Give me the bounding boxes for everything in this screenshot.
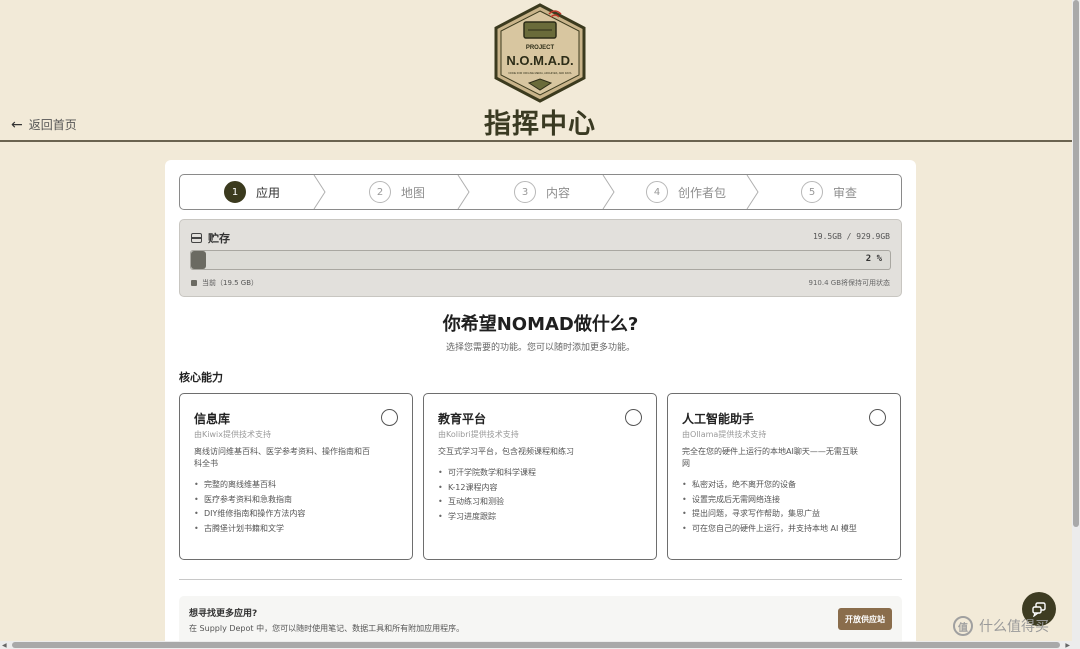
feature-radio[interactable] [625, 409, 642, 426]
more-apps-title: 想寻找更多应用? [189, 609, 258, 619]
feature-subtitle: 由Ollama提供技术支持 [682, 430, 767, 439]
feature-list: 私密对话，绝不离开您的设备 设置完成后无需网络连接 提出问题，寻求写作帮助，集思… [682, 478, 862, 536]
step-number: 2 [369, 181, 391, 203]
legend-swatch [191, 280, 197, 286]
feature-list-item: 互动练习和测验 [438, 495, 638, 510]
step-label: 审查 [833, 185, 858, 200]
storage-legend: 当前（19.5 GB） [191, 278, 258, 288]
feature-list-item: 医疗参考资料和急救指南 [194, 493, 394, 508]
feature-list-item: 可汗学院数学和科学课程 [438, 466, 638, 481]
step-label: 应用 [256, 185, 281, 200]
header: PROJECT N.O.M.A.D. NODE FOR OFFLINE MEDI… [0, 0, 1080, 142]
step-apps[interactable]: 1 应用 [224, 175, 280, 209]
storage-percent: 2 % [865, 254, 882, 264]
feature-description: 完全在您的硬件上运行的本地AI聊天——无需互联网 [682, 447, 858, 468]
step-number: 1 [224, 181, 246, 203]
storage-header: 贮存 [191, 230, 230, 246]
watermark: 值 什么值得买 [953, 616, 1049, 636]
more-apps-description: 在 Supply Depot 中，您可以随时使用笔记、数据工具和所有附加应用程序… [189, 624, 465, 633]
feature-list-item: DIY维修指南和操作方法内容 [194, 507, 394, 522]
logo-tagline: NODE FOR OFFLINE MEDIA, ARCHIVES, AND DA… [509, 71, 572, 75]
question-subtitle: 选择您需要的功能。您可以随时添加更多功能。 [445, 343, 635, 353]
feature-list-item: 古腾堡计划书籍和文学 [194, 522, 394, 537]
step-label: 地图 [401, 185, 426, 200]
step-number: 4 [646, 181, 668, 203]
step-creator-packs[interactable]: 4 创作者包 [646, 175, 726, 209]
question-title: 你希望NOMAD做什么? [442, 314, 639, 335]
vertical-scrollbar-thumb[interactable] [1073, 0, 1079, 527]
feature-list-item: 提出问题，寻求写作帮助，集思广益 [682, 507, 862, 522]
chevron-right-icon [313, 175, 326, 209]
chat-icon [1032, 602, 1046, 617]
open-supply-depot-button[interactable]: 开放供应站 [838, 608, 892, 630]
wizard-stepper: 1 应用 2 地图 3 内容 4 创作者包 5 审查 [179, 174, 902, 210]
feature-title: 人工智能助手 [682, 412, 755, 426]
step-number: 3 [514, 181, 536, 203]
step-maps[interactable]: 2 地图 [369, 175, 425, 209]
hard-drive-icon [191, 233, 202, 243]
feature-title: 信息库 [194, 412, 231, 426]
feature-description: 交互式学习平台，包含视频课程和练习 [438, 447, 574, 456]
storage-panel: 贮存 19.5GB / 929.9GB 2 % 当前（19.5 GB） 910.… [179, 219, 902, 297]
feature-list-item: 完整的离线维基百科 [194, 478, 394, 493]
storage-usage-bar: 2 % [190, 250, 891, 270]
feature-list-item: 私密对话，绝不离开您的设备 [682, 478, 862, 493]
header-divider [0, 140, 1072, 142]
feature-list-item: 设置完成后无需网络连接 [682, 493, 862, 508]
scroll-right-icon[interactable]: ▶ [1065, 642, 1070, 649]
feature-card-education-platform[interactable]: 教育平台 由Kolibri提供技术支持 交互式学习平台，包含视频课程和练习 可汗… [423, 393, 657, 560]
step-review[interactable]: 5 审查 [801, 175, 857, 209]
legend-current: 当前（19.5 GB） [202, 279, 259, 287]
horizontal-scrollbar[interactable]: ◀ ▶ [0, 641, 1072, 649]
chevron-right-icon [457, 175, 470, 209]
storage-free-text: 910.4 GB将保持可用状态 [808, 279, 891, 287]
step-number: 5 [801, 181, 823, 203]
feature-list: 可汗学院数学和科学课程 K-12课程内容 互动练习和测验 学习进度跟踪 [438, 466, 638, 524]
nomad-logo: PROJECT N.O.M.A.D. NODE FOR OFFLINE MEDI… [494, 3, 586, 103]
watermark-logo-icon: 值 [953, 616, 973, 636]
feature-card-information-library[interactable]: 信息库 由Kiwix提供技术支持 离线访问维基百科、医学参考资料、操作指南和百科… [179, 393, 413, 560]
logo-line2: N.O.M.A.D. [506, 53, 573, 68]
storage-usage-fill [191, 251, 206, 269]
feature-description: 离线访问维基百科、医学参考资料、操作指南和百科全书 [194, 447, 370, 468]
feature-list-item: 学习进度跟踪 [438, 510, 638, 525]
feature-list-item: 可在您自己的硬件上运行，并支持本地 AI 模型 [682, 522, 862, 537]
feature-subtitle: 由Kolibri提供技术支持 [438, 430, 519, 439]
feature-list-item: K-12课程内容 [438, 481, 638, 496]
page-title: 指挥中心 [484, 109, 596, 140]
step-content[interactable]: 3 内容 [514, 175, 570, 209]
chevron-right-icon [602, 175, 615, 209]
vertical-scrollbar[interactable] [1072, 0, 1080, 649]
step-label: 内容 [546, 185, 571, 200]
feature-card-ai-assistant[interactable]: 人工智能助手 由Ollama提供技术支持 完全在您的硬件上运行的本地AI聊天——… [667, 393, 901, 560]
feature-title: 教育平台 [438, 412, 487, 426]
back-home-link[interactable]: ← 返回首页 [11, 116, 77, 133]
arrow-left-icon: ← [11, 116, 23, 133]
feature-radio[interactable] [869, 409, 886, 426]
back-home-label: 返回首页 [28, 118, 77, 132]
feature-radio[interactable] [381, 409, 398, 426]
setup-card: 1 应用 2 地图 3 内容 4 创作者包 5 审查 贮存 19.5GB / 9… [165, 160, 916, 649]
section-title: 核心能力 [179, 371, 223, 384]
watermark-text: 什么值得买 [979, 619, 1049, 635]
scroll-left-icon[interactable]: ◀ [2, 642, 7, 649]
section-divider [179, 579, 902, 580]
step-label: 创作者包 [678, 185, 727, 200]
storage-size: 19.5GB / 929.9GB [812, 232, 890, 241]
feature-list: 完整的离线维基百科 医疗参考资料和急救指南 DIY维修指南和操作方法内容 古腾堡… [194, 478, 394, 536]
chevron-right-icon [746, 175, 759, 209]
logo-line1: PROJECT [526, 45, 555, 51]
storage-label: 贮存 [208, 232, 230, 245]
horizontal-scrollbar-thumb[interactable] [12, 642, 1060, 648]
feature-subtitle: 由Kiwix提供技术支持 [194, 430, 271, 439]
